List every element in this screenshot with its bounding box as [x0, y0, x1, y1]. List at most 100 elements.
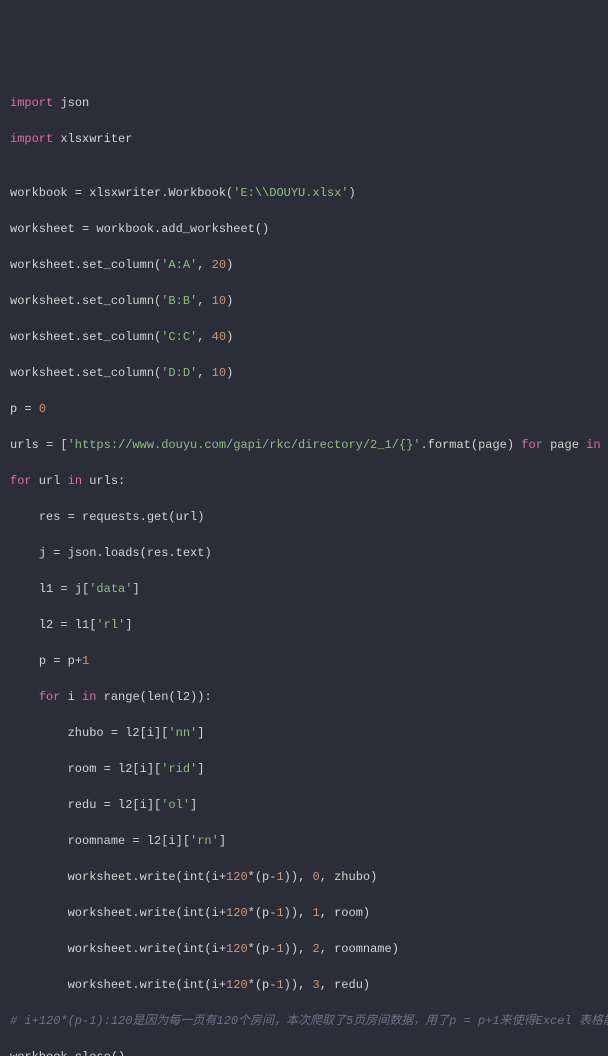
- tok: ): [348, 186, 355, 200]
- kw-for: for: [521, 438, 543, 452]
- indent: [10, 546, 39, 560]
- tok: worksheet.set_column(: [10, 294, 161, 308]
- indent: [10, 798, 68, 812]
- string: 'https://www.douyu.com/gapi/rkc/director…: [68, 438, 421, 452]
- tok: workbook = xlsxwriter.Workbook(: [10, 186, 233, 200]
- indent: [10, 834, 68, 848]
- number: 0: [312, 870, 319, 884]
- code-line: worksheet.set_column('C:C', 40): [10, 328, 598, 346]
- code-line: for i in range(len(l2)):: [10, 688, 598, 706]
- comment: # i+120*(p-1):120是因为每一页有120个房间，本次爬取了5页房间…: [10, 1014, 608, 1028]
- tok: json: [53, 96, 89, 110]
- tok: xlsxwriter: [53, 132, 132, 146]
- tok: ]: [125, 618, 132, 632]
- tok: )),: [284, 870, 313, 884]
- tok: p =: [10, 402, 39, 416]
- tok: page: [543, 438, 586, 452]
- tok: ]: [197, 762, 204, 776]
- code-line: worksheet.write(int(i+120*(p-1)), 3, red…: [10, 976, 598, 994]
- indent: [10, 582, 39, 596]
- tok: urls = [: [10, 438, 68, 452]
- tok: worksheet.write(int(i+: [68, 942, 226, 956]
- tok: ,: [197, 330, 211, 344]
- tok: , redu): [320, 978, 370, 992]
- number: 1: [276, 870, 283, 884]
- number: 10: [212, 294, 226, 308]
- tok: worksheet.set_column(: [10, 330, 161, 344]
- code-line: workbook = xlsxwriter.Workbook('E:\\DOUY…: [10, 184, 598, 202]
- tok: )),: [284, 906, 313, 920]
- tok: room = l2[i][: [68, 762, 162, 776]
- tok: )),: [284, 942, 313, 956]
- code-line: worksheet.set_column('B:B', 10): [10, 292, 598, 310]
- indent: [10, 654, 39, 668]
- indent: [10, 510, 39, 524]
- string: 'D:D': [161, 366, 197, 380]
- indent: [10, 690, 39, 704]
- code-line: urls = ['https://www.douyu.com/gapi/rkc/…: [10, 436, 598, 454]
- number: 120: [226, 978, 248, 992]
- tok: *(p-: [248, 906, 277, 920]
- indent: [10, 726, 68, 740]
- number: 120: [226, 942, 248, 956]
- tok: roomname = l2[i][: [68, 834, 190, 848]
- code-line: worksheet.write(int(i+120*(p-1)), 2, roo…: [10, 940, 598, 958]
- code-line: worksheet = workbook.add_worksheet(): [10, 220, 598, 238]
- tok: ): [226, 366, 233, 380]
- indent: [10, 978, 68, 992]
- number: 20: [212, 258, 226, 272]
- tok: worksheet.write(int(i+: [68, 870, 226, 884]
- code-line: roomname = l2[i]['rn']: [10, 832, 598, 850]
- code-line: # i+120*(p-1):120是因为每一页有120个房间，本次爬取了5页房间…: [10, 1012, 598, 1030]
- tok: worksheet.write(int(i+: [68, 906, 226, 920]
- code-line: res = requests.get(url): [10, 508, 598, 526]
- code-line: worksheet.write(int(i+120*(p-1)), 1, roo…: [10, 904, 598, 922]
- tok: *(p-: [248, 942, 277, 956]
- tok: res = requests.get(url): [39, 510, 205, 524]
- code-line: worksheet.write(int(i+120*(p-1)), 0, zhu…: [10, 868, 598, 886]
- tok: ): [226, 330, 233, 344]
- indent: [10, 906, 68, 920]
- code-block: import json import xlsxwriter workbook =…: [0, 72, 608, 1056]
- tok: ]: [197, 726, 204, 740]
- code-line: l1 = j['data']: [10, 580, 598, 598]
- indent: [10, 942, 68, 956]
- number: 2: [312, 942, 319, 956]
- string: 'rid': [161, 762, 197, 776]
- tok: , zhubo): [320, 870, 378, 884]
- code-line: j = json.loads(res.text): [10, 544, 598, 562]
- number: 40: [212, 330, 226, 344]
- tok: p = p+: [39, 654, 82, 668]
- code-line: p = p+1: [10, 652, 598, 670]
- indent: [10, 618, 39, 632]
- code-line: workbook.close(): [10, 1048, 598, 1056]
- number: 0: [39, 402, 46, 416]
- tok: worksheet = workbook.add_worksheet(): [10, 222, 269, 236]
- code-line: zhubo = l2[i]['nn']: [10, 724, 598, 742]
- kw-import: import: [10, 96, 53, 110]
- indent: [10, 762, 68, 776]
- code-line: room = l2[i]['rid']: [10, 760, 598, 778]
- kw-for: for: [10, 474, 32, 488]
- tok: range(len(l2)):: [96, 690, 211, 704]
- code-line: import xlsxwriter: [10, 130, 598, 148]
- tok: ra: [601, 438, 608, 452]
- string: 'B:B': [161, 294, 197, 308]
- kw-import: import: [10, 132, 53, 146]
- number: 3: [312, 978, 319, 992]
- tok: i: [60, 690, 82, 704]
- tok: url: [32, 474, 68, 488]
- tok: *(p-: [248, 870, 277, 884]
- tok: l1 = j[: [39, 582, 89, 596]
- tok: ,: [197, 258, 211, 272]
- string: 'ol': [161, 798, 190, 812]
- number: 10: [212, 366, 226, 380]
- string: 'rn': [190, 834, 219, 848]
- code-line: worksheet.set_column('D:D', 10): [10, 364, 598, 382]
- tok: ): [226, 294, 233, 308]
- tok: ]: [190, 798, 197, 812]
- number: 1: [276, 906, 283, 920]
- number: 120: [226, 870, 248, 884]
- tok: worksheet.set_column(: [10, 366, 161, 380]
- tok: .format(page): [420, 438, 521, 452]
